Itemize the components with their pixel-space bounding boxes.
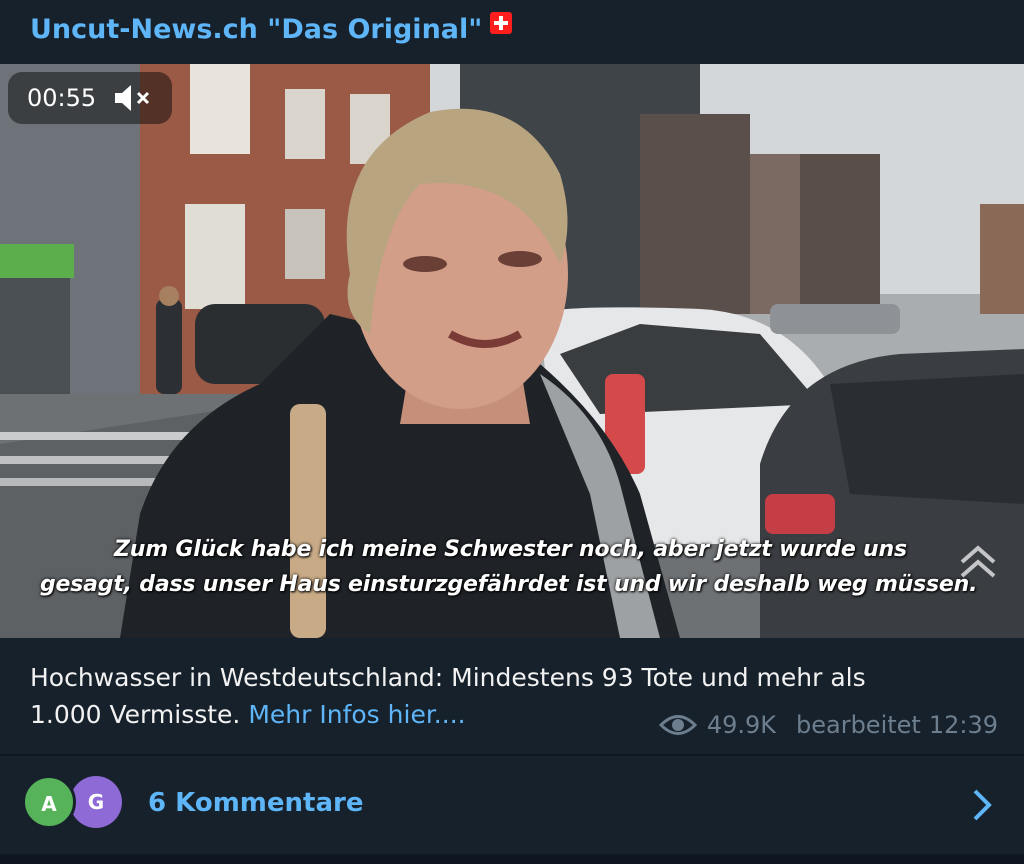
post-caption-line2: 1.000 Vermisste. Mehr Infos hier.... (30, 700, 466, 729)
video-subtitle-line2: gesagt, dass unser Haus einsturzgefährde… (40, 572, 978, 597)
comments-link[interactable]: 6 Kommentare (148, 788, 363, 818)
swiss-flag-icon (490, 12, 513, 34)
edited-label: bearbeitet (796, 711, 921, 739)
view-count: 49.9K (706, 711, 776, 739)
bottom-divider (0, 854, 1024, 864)
video-subtitle-line1: Zum Glück habe ich meine Schwester noch,… (114, 537, 907, 562)
post-meta: 49.9K bearbeitet 12:39 (658, 711, 998, 739)
more-info-link[interactable]: Mehr Infos hier.... (248, 700, 465, 729)
eye-icon (658, 715, 697, 735)
avatar: G (70, 776, 122, 828)
avatar: A (22, 775, 76, 829)
chevron-right-icon[interactable] (970, 788, 994, 822)
post-time: 12:39 (928, 711, 998, 739)
channel-title[interactable]: Uncut-News.ch "Das Original" (30, 12, 513, 45)
speaker-muted-icon[interactable] (112, 82, 156, 114)
video-duration: 00:55 (27, 84, 97, 112)
chevron-up-icon (960, 545, 996, 578)
channel-header: Uncut-News.ch "Das Original" (0, 0, 1024, 64)
post-caption-line1: Hochwasser in Westdeutschland: Mindesten… (30, 663, 866, 692)
post-caption-text: 1.000 Vermisste. (30, 700, 241, 729)
channel-title-text[interactable]: Uncut-News.ch "Das Original" (30, 14, 482, 45)
